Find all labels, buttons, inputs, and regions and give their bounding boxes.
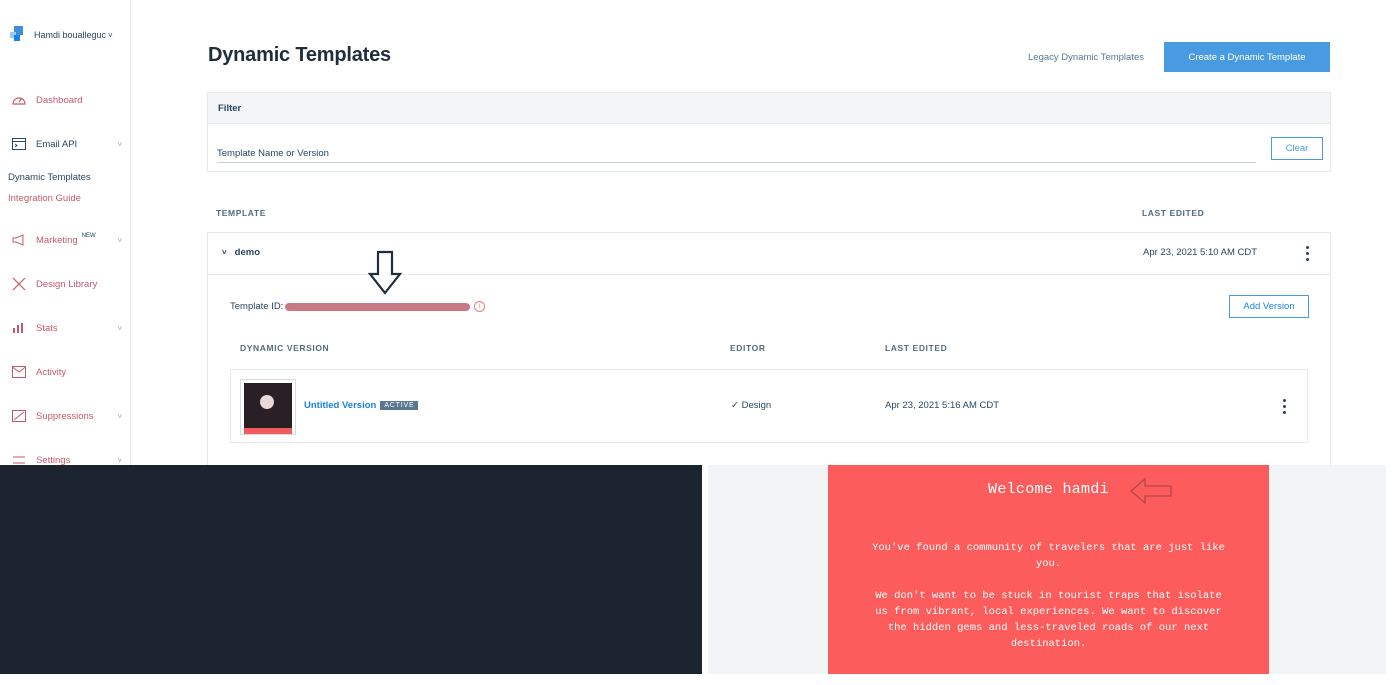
- sidebar-item-label: Suppressions: [36, 410, 94, 422]
- user-menu[interactable]: Hamdi boualleguc ˅: [10, 26, 113, 44]
- settings-icon: [10, 452, 28, 465]
- column-header-dynamic-version: DYNAMIC VERSION: [240, 343, 330, 353]
- template-search-input[interactable]: [217, 145, 1256, 163]
- version-name[interactable]: Untitled Version ACTIVE: [304, 400, 419, 411]
- sidebar-item-activity[interactable]: Activity: [10, 364, 128, 380]
- email-api-icon: [10, 136, 28, 152]
- version-thumbnail[interactable]: [240, 379, 296, 435]
- sidebar-item-label: Marketing: [36, 234, 78, 246]
- stats-icon: [10, 320, 28, 336]
- template-id-label: Template ID:: [230, 301, 284, 312]
- template-last-edited: Apr 23, 2021 5:10 AM CDT: [1143, 247, 1258, 258]
- template-id: Template ID: i: [230, 301, 486, 312]
- column-header-template: TEMPLATE: [216, 208, 266, 218]
- column-header-version-last-edited: LAST EDITED: [885, 343, 948, 353]
- sidebar-item-suppressions[interactable]: Suppressions ˅: [10, 408, 128, 424]
- activity-icon: [10, 364, 28, 380]
- email-preview: Welcome hamdi You've found a community o…: [828, 465, 1269, 674]
- sidebar-item-stats[interactable]: Stats ˅: [10, 320, 128, 336]
- sidebar-item-label: Design Library: [36, 278, 98, 290]
- sidebar: Hamdi boualleguc ˅ Dashboard Email API ˅…: [0, 0, 131, 465]
- template-more-icon[interactable]: [1306, 246, 1310, 261]
- dashboard-icon: [10, 92, 28, 108]
- check-icon: ✓: [731, 400, 739, 411]
- main-content: Dynamic Templates Legacy Dynamic Templat…: [131, 0, 1400, 472]
- sidebar-item-label: Email API: [36, 138, 78, 150]
- column-header-editor: EDITOR: [730, 343, 766, 353]
- sidebar-item-marketing[interactable]: Marketing NEW ˅: [10, 232, 128, 248]
- version-name-label: Untitled Version: [304, 400, 377, 411]
- version-card[interactable]: Untitled Version ACTIVE ✓ Design Apr 23,…: [230, 369, 1308, 443]
- legacy-templates-link[interactable]: Legacy Dynamic Templates: [1028, 52, 1144, 63]
- redaction-mark: [285, 302, 471, 311]
- new-badge: NEW: [81, 233, 96, 239]
- chevron-down-icon: ˅: [117, 323, 122, 333]
- add-version-button[interactable]: Add Version: [1229, 295, 1309, 318]
- sidebar-item-label: Settings: [36, 454, 71, 466]
- version-editor: ✓ Design: [731, 400, 771, 411]
- info-icon[interactable]: i: [474, 301, 486, 312]
- create-template-button[interactable]: Create a Dynamic Template: [1164, 42, 1330, 72]
- sidebar-subitem-dynamic-templates[interactable]: Dynamic Templates: [8, 172, 91, 183]
- chevron-down-icon: ˅: [117, 455, 122, 465]
- page-title: Dynamic Templates: [208, 44, 391, 66]
- design-library-icon: [10, 276, 28, 292]
- megaphone-icon: [10, 232, 28, 248]
- sendgrid-logo-icon: [10, 26, 24, 44]
- sidebar-item-label: Dashboard: [36, 94, 83, 106]
- sidebar-item-dashboard[interactable]: Dashboard: [10, 92, 128, 108]
- chevron-down-icon: ˅: [117, 235, 122, 245]
- filter-panel: Filter Clear: [207, 92, 1331, 172]
- sidebar-item-settings[interactable]: Settings ˅: [10, 452, 128, 465]
- chevron-down-icon: ˅: [222, 248, 227, 257]
- sidebar-subitem-integration-guide[interactable]: Integration Guide: [8, 193, 81, 204]
- filter-heading: Filter: [208, 93, 1330, 124]
- code-editor-panel: [0, 465, 702, 674]
- sidebar-item-design-library[interactable]: Design Library: [10, 276, 128, 292]
- sidebar-item-label: Stats: [36, 322, 58, 334]
- template-name-label: demo: [234, 247, 261, 258]
- version-last-edited: Apr 23, 2021 5:16 AM CDT: [885, 400, 1000, 411]
- chevron-down-icon: ˅: [108, 30, 113, 40]
- suppressions-icon: [10, 408, 28, 424]
- status-badge: ACTIVE: [380, 401, 419, 410]
- arrow-down-icon: [367, 250, 403, 295]
- chevron-down-icon: ˅: [117, 139, 122, 149]
- sidebar-item-label: Activity: [36, 366, 67, 378]
- chevron-down-icon: ˅: [117, 411, 122, 421]
- arrow-left-icon: [1130, 477, 1172, 505]
- sidebar-item-email-api[interactable]: Email API ˅: [10, 136, 128, 152]
- user-name: Hamdi boualleguc: [34, 30, 107, 40]
- email-paragraph-2: We don't want to be stuck in tourist tra…: [875, 590, 1222, 650]
- column-header-last-edited: LAST EDITED: [1142, 208, 1205, 218]
- template-name[interactable]: ˅ demo: [222, 247, 260, 258]
- clear-button[interactable]: Clear: [1271, 137, 1323, 160]
- email-paragraph-1: You've found a community of travelers th…: [872, 542, 1225, 570]
- version-editor-label: Design: [741, 400, 772, 411]
- version-more-icon[interactable]: [1283, 399, 1287, 414]
- bottom-strip: [0, 674, 1400, 685]
- email-heading: Welcome hamdi: [988, 481, 1109, 498]
